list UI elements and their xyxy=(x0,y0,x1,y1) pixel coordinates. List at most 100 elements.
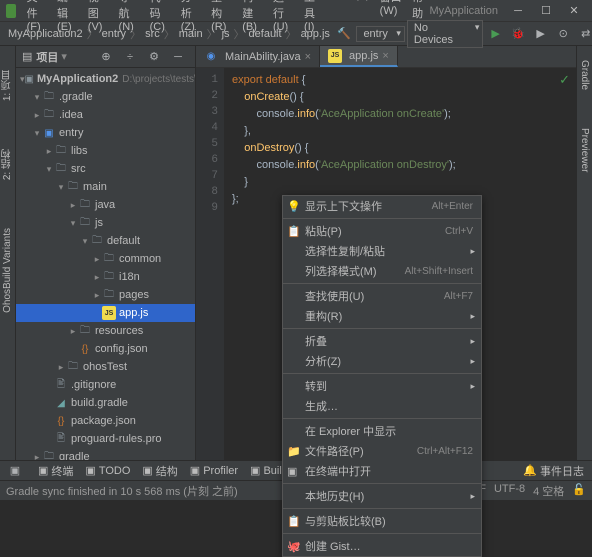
tree-item[interactable]: ▸🗀gradle xyxy=(16,448,195,460)
context-menu-item[interactable]: 📁文件路径(P)Ctrl+Alt+F12 xyxy=(283,441,481,461)
run-button[interactable]: ▶ xyxy=(485,24,506,44)
breadcrumb-item[interactable]: default xyxy=(245,28,286,40)
readonly-icon[interactable]: 🔓 xyxy=(572,483,586,499)
inspection-ok-icon[interactable]: ✓ xyxy=(559,72,570,88)
right-gutter: Gradle Previewer xyxy=(576,46,592,460)
minimize-button[interactable]: ─ xyxy=(506,2,530,20)
bottom-tab[interactable]: ▣TODO xyxy=(81,463,134,479)
tree-item[interactable]: 🖹proguard-rules.pro xyxy=(16,430,195,448)
tab-icon: ▣ xyxy=(85,464,95,477)
settings-icon[interactable]: ⚙ xyxy=(143,47,165,67)
tree-item[interactable]: ▸🗀resources xyxy=(16,322,195,340)
context-menu-item[interactable]: 重构(R) xyxy=(283,306,481,326)
tree-item[interactable]: ▸🗀libs xyxy=(16,142,195,160)
tool-window-tab[interactable]: 1: 项目 xyxy=(0,66,15,105)
hide-icon[interactable]: ─ xyxy=(167,47,189,67)
debug-button[interactable]: 🐞 xyxy=(508,24,529,44)
menu-separator xyxy=(283,418,481,419)
context-menu-item[interactable]: 折叠 xyxy=(283,331,481,351)
breadcrumb: MyApplication2〉entry〉src〉main〉js〉default… xyxy=(4,26,334,42)
editor-tab[interactable]: JSapp.js× xyxy=(320,46,398,67)
indent[interactable]: 4 空格 xyxy=(533,483,564,499)
tab-icon: ▣ xyxy=(190,464,200,477)
profile-button[interactable]: ⊙ xyxy=(553,24,574,44)
select-opened-icon[interactable]: ⊕ xyxy=(95,47,117,67)
context-menu-item[interactable]: 生成… xyxy=(283,396,481,416)
context-menu-item[interactable]: 列选择模式(M)Alt+Shift+Insert xyxy=(283,261,481,281)
tab-icon: ▣ xyxy=(142,464,152,477)
event-log-tab[interactable]: 🔔 事件日志 xyxy=(519,463,588,479)
context-menu-item[interactable]: 选择性复制/粘贴 xyxy=(283,241,481,261)
close-button[interactable]: ✕ xyxy=(562,2,586,20)
tree-item[interactable]: {}config.json xyxy=(16,340,195,358)
tree-item[interactable]: ◢build.gradle xyxy=(16,394,195,412)
tree-item[interactable]: ▸🗀i18n xyxy=(16,268,195,286)
attach-button[interactable]: ⇄ xyxy=(575,24,592,44)
tree-item[interactable]: ▸🗀pages xyxy=(16,286,195,304)
editor-tabs: ◉MainAbility.java×JSapp.js× xyxy=(196,46,576,68)
breadcrumb-item[interactable]: js xyxy=(218,28,234,40)
breadcrumb-item[interactable]: src xyxy=(141,28,164,40)
context-menu-item[interactable]: 查找使用(U)Alt+F7 xyxy=(283,286,481,306)
context-menu-item[interactable]: 📋与剪贴板比较(B) xyxy=(283,511,481,531)
device-dropdown[interactable]: No Devices xyxy=(407,20,483,48)
tree-item[interactable]: ▾🗀default xyxy=(16,232,195,250)
context-menu-item[interactable]: 🐙创建 Gist… xyxy=(283,536,481,556)
tree-item[interactable]: ▾🗀src xyxy=(16,160,195,178)
bottom-tab[interactable]: ▣终端 xyxy=(34,463,77,479)
tree-item[interactable]: ▾🗀js xyxy=(16,214,195,232)
bottom-tab[interactable]: ▣结构 xyxy=(138,463,181,479)
context-menu-item[interactable]: 💡显示上下文操作Alt+Enter xyxy=(283,196,481,216)
close-tab-icon[interactable]: × xyxy=(305,51,311,63)
folder-icon: 🗀 xyxy=(102,288,116,302)
close-tab-icon[interactable]: × xyxy=(382,50,388,62)
tree-item[interactable]: ▾🗀.gradle xyxy=(16,88,195,106)
menu-item-icon: 📁 xyxy=(287,445,301,458)
breadcrumb-item[interactable]: app.js xyxy=(297,28,334,40)
tool-window-icon[interactable]: ▣ xyxy=(4,461,26,481)
encoding[interactable]: UTF-8 xyxy=(494,483,525,499)
js-file-icon: JS xyxy=(328,49,342,63)
tree-item[interactable]: ▾🗀main xyxy=(16,178,195,196)
editor-tab[interactable]: ◉MainAbility.java× xyxy=(196,46,320,67)
coverage-button[interactable]: ▶ xyxy=(530,24,551,44)
folder-icon: 🗀 xyxy=(78,216,92,230)
context-menu-item[interactable]: 转到 xyxy=(283,376,481,396)
tool-window-tab[interactable]: OhosBuild Variants xyxy=(2,224,13,317)
menu-separator xyxy=(283,533,481,534)
tree-item[interactable]: ▸🗀.idea xyxy=(16,106,195,124)
hammer-icon[interactable]: 🔨 xyxy=(334,24,355,44)
tool-window-tab[interactable]: 2: 结构 xyxy=(0,145,15,184)
collapse-icon[interactable]: ÷ xyxy=(119,47,141,67)
context-menu-item[interactable]: 本地历史(H) xyxy=(283,486,481,506)
context-menu-item[interactable]: ▣在终端中打开 xyxy=(283,461,481,481)
tree-item[interactable]: ▸🗀ohosTest xyxy=(16,358,195,376)
tree-item[interactable]: {}package.json xyxy=(16,412,195,430)
context-menu-item[interactable]: 分析(Z) xyxy=(283,351,481,371)
folder-icon: 🗀 xyxy=(42,108,56,122)
tool-window-tab[interactable]: Gradle xyxy=(579,56,590,94)
tree-item[interactable]: JSapp.js xyxy=(16,304,195,322)
tree-item[interactable]: ▸🗀common xyxy=(16,250,195,268)
tree-item[interactable]: 🖹.gitignore xyxy=(16,376,195,394)
context-menu-item[interactable]: 📋粘贴(P)Ctrl+V xyxy=(283,221,481,241)
notification-icon: 🔔 xyxy=(523,464,537,477)
project-tree[interactable]: ▾▣MyApplication2D:\projects\tests\MyA▾🗀.… xyxy=(16,68,195,460)
folder-icon: 🗀 xyxy=(102,252,116,266)
context-menu-item[interactable]: 在 Explorer 中显示 xyxy=(283,421,481,441)
bottom-tab[interactable]: ▣Profiler xyxy=(186,463,242,479)
toolbar: MyApplication2〉entry〉src〉main〉js〉default… xyxy=(0,22,592,46)
tab-icon: ▣ xyxy=(250,464,260,477)
tree-root[interactable]: ▾▣MyApplication2D:\projects\tests\MyA xyxy=(16,70,195,88)
java-file-icon: ◉ xyxy=(204,50,218,64)
status-message: Gradle sync finished in 10 s 568 ms (片刻 … xyxy=(6,483,238,499)
tree-item[interactable]: ▸🗀java xyxy=(16,196,195,214)
breadcrumb-item[interactable]: main xyxy=(175,28,207,40)
tool-window-tab[interactable]: Previewer xyxy=(579,124,590,176)
folder-icon: 🗀 xyxy=(54,144,68,158)
maximize-button[interactable]: ☐ xyxy=(534,2,558,20)
tree-item[interactable]: ▾▣entry xyxy=(16,124,195,142)
breadcrumb-item[interactable]: entry xyxy=(98,28,130,40)
run-config-dropdown[interactable]: entry xyxy=(356,26,404,42)
breadcrumb-item[interactable]: MyApplication2 xyxy=(4,28,87,40)
